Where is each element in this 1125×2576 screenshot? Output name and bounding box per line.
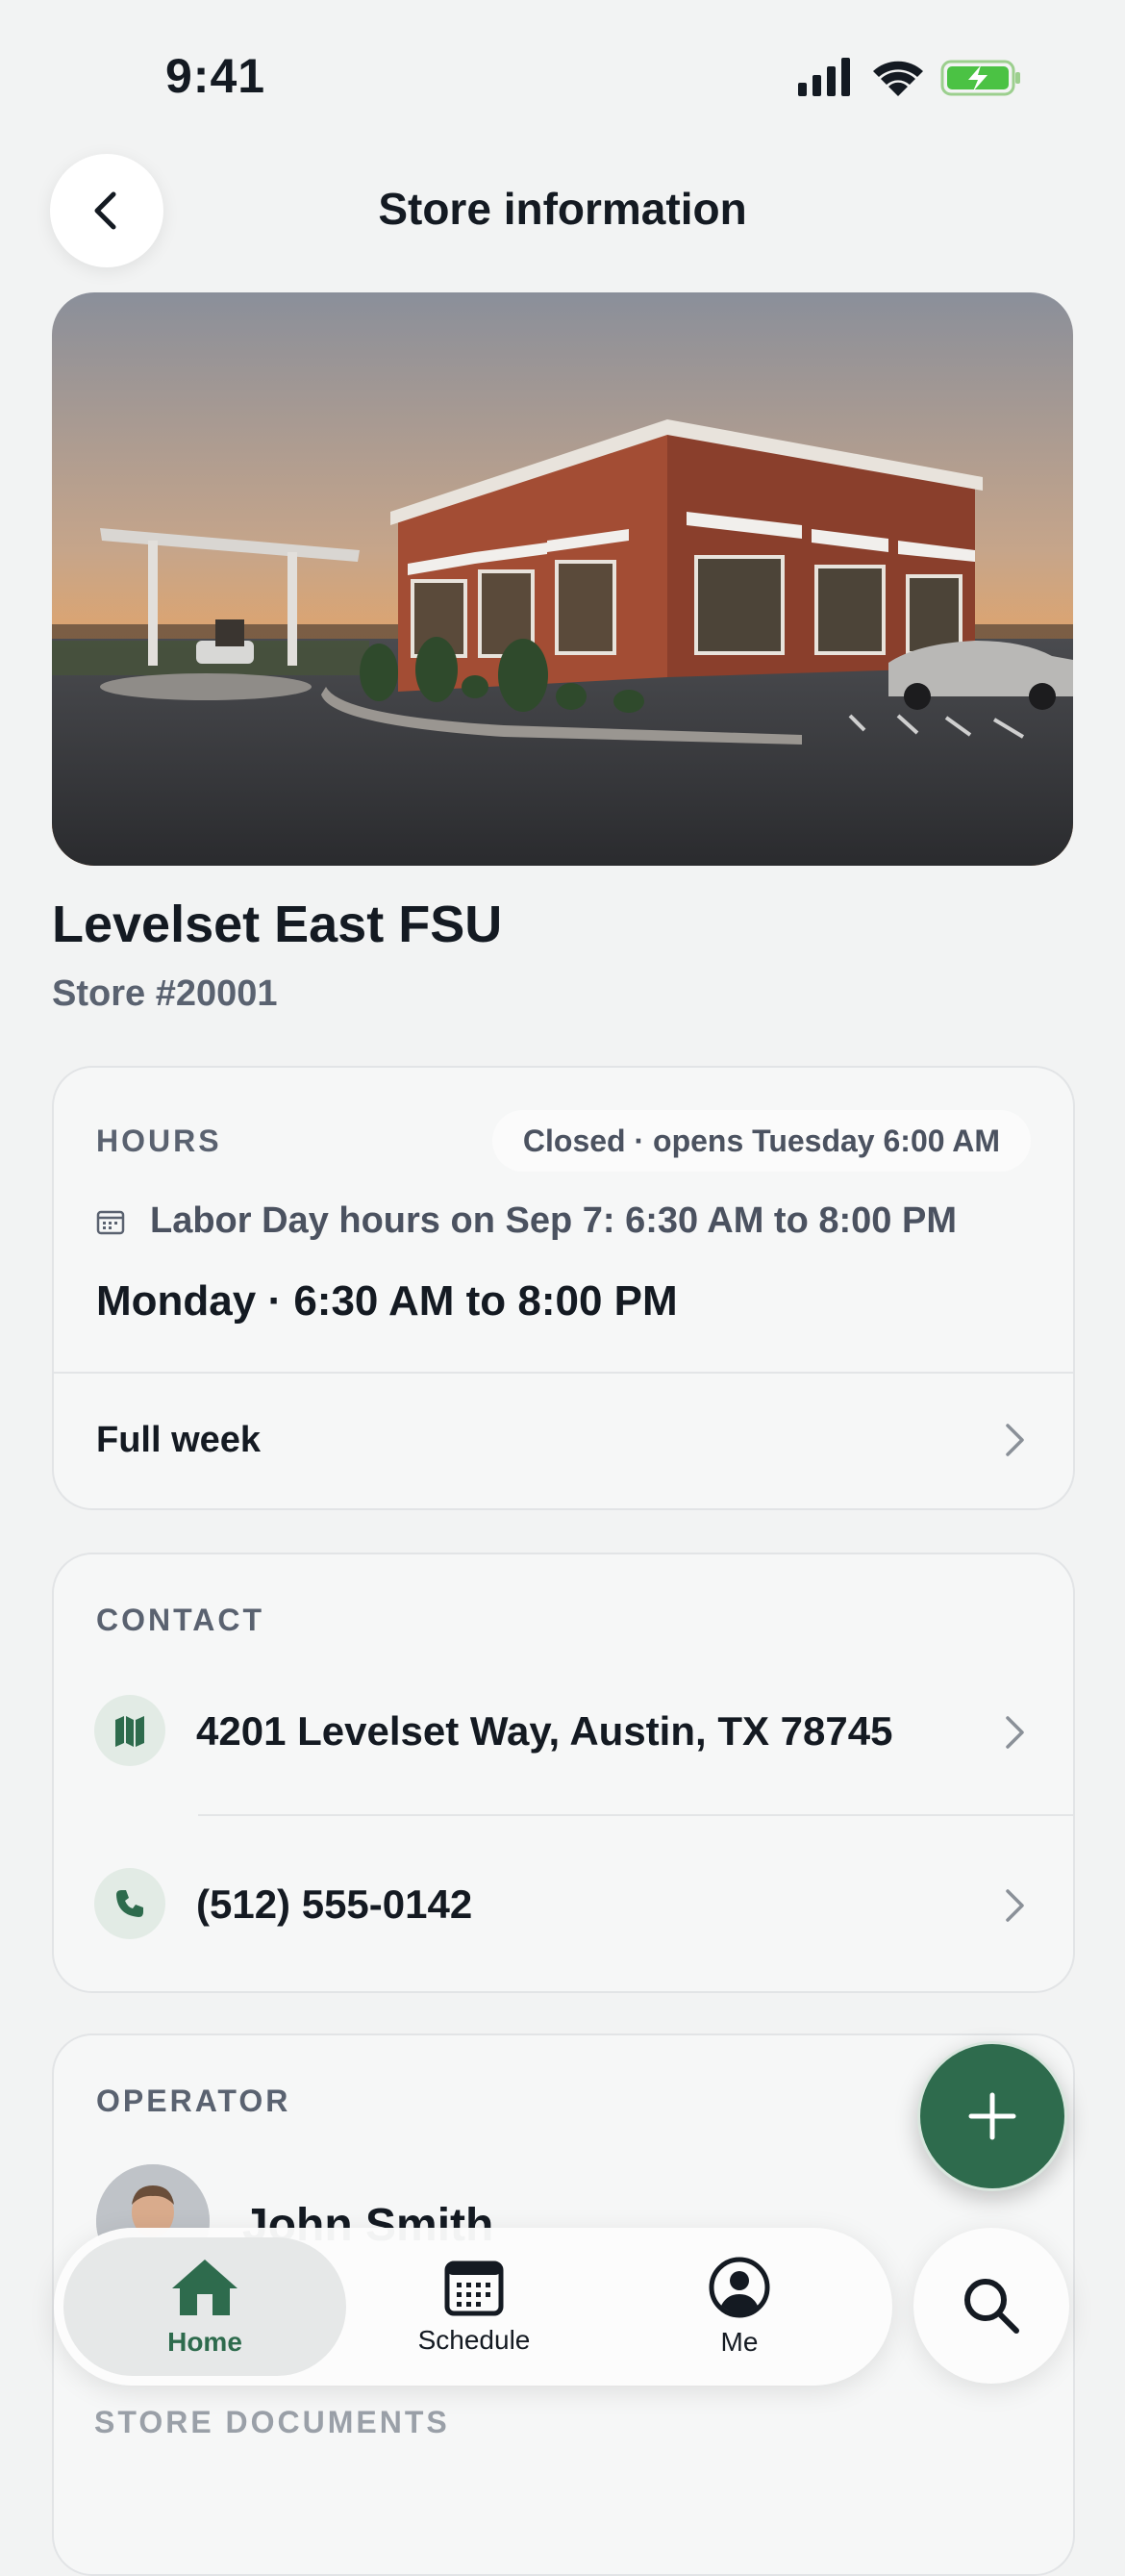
cellular-signal-icon [798, 58, 850, 96]
store-name: Levelset East FSU [52, 896, 503, 953]
tab-me-label: Me [720, 2327, 759, 2357]
plus-icon [968, 2092, 1016, 2140]
contact-section-label: CONTACT [96, 1603, 265, 1637]
map-icon [94, 1695, 165, 1766]
store-phone: (512) 555-0142 [196, 1881, 473, 1927]
wifi-icon [873, 61, 923, 96]
chevron-right-icon [1006, 1424, 1024, 1456]
holiday-notice-text: Labor Day hours on Sep 7: 6:30 AM to 8:0… [150, 1200, 957, 1241]
status-icons [794, 54, 1025, 102]
address-row[interactable]: 4201 Levelset Way, Austin, TX 78745 [54, 1670, 1073, 1797]
page-title: Store information [378, 184, 747, 234]
full-week-label: Full week [96, 1420, 262, 1460]
tab-bar: Home Schedule Me [54, 2228, 892, 2386]
holiday-notice: Labor Day hours on Sep 7: 6:30 AM to 8:0… [96, 1200, 957, 1242]
store-address: 4201 Levelset Way, Austin, TX 78745 [196, 1708, 893, 1754]
full-week-row[interactable]: Full week [54, 1374, 1073, 1506]
tab-home[interactable]: Home [63, 2237, 346, 2376]
hours-card: HOURS Closed · opens Tuesday 6:00 AM Lab… [52, 1066, 1075, 1510]
chevron-right-icon [1006, 1889, 1024, 1922]
battery-charging-icon [940, 60, 1020, 96]
tab-schedule[interactable]: Schedule [333, 2237, 615, 2376]
phone-icon [94, 1868, 165, 1939]
status-time: 9:41 [165, 49, 266, 103]
home-icon [172, 2260, 238, 2315]
tab-me[interactable]: Me [598, 2237, 881, 2376]
divider [198, 1814, 1073, 1816]
store-number: Store #20001 [52, 973, 278, 1014]
operator-section-label: OPERATOR [96, 2084, 291, 2118]
contact-card: CONTACT 4201 Levelset Way, Austin, TX 78… [52, 1553, 1075, 1993]
phone-row[interactable]: (512) 555-0142 [54, 1843, 1073, 1970]
tab-home-label: Home [167, 2327, 242, 2357]
chevron-right-icon [1006, 1716, 1024, 1749]
today-hours: Monday · 6:30 AM to 8:00 PM [96, 1277, 678, 1325]
search-button[interactable] [913, 2228, 1069, 2384]
search-icon [964, 2279, 1019, 2334]
calendar-icon [444, 2260, 504, 2316]
store-status-badge: Closed · opens Tuesday 6:00 AM [491, 1110, 1031, 1172]
store-documents-section-label: STORE DOCUMENTS [94, 2405, 450, 2439]
hours-section-label: HOURS [96, 1124, 222, 1158]
tab-schedule-label: Schedule [417, 2325, 531, 2355]
add-button[interactable] [917, 2041, 1067, 2191]
profile-icon [709, 2257, 770, 2318]
calendar-icon [96, 1210, 125, 1234]
store-photo [52, 292, 1073, 866]
